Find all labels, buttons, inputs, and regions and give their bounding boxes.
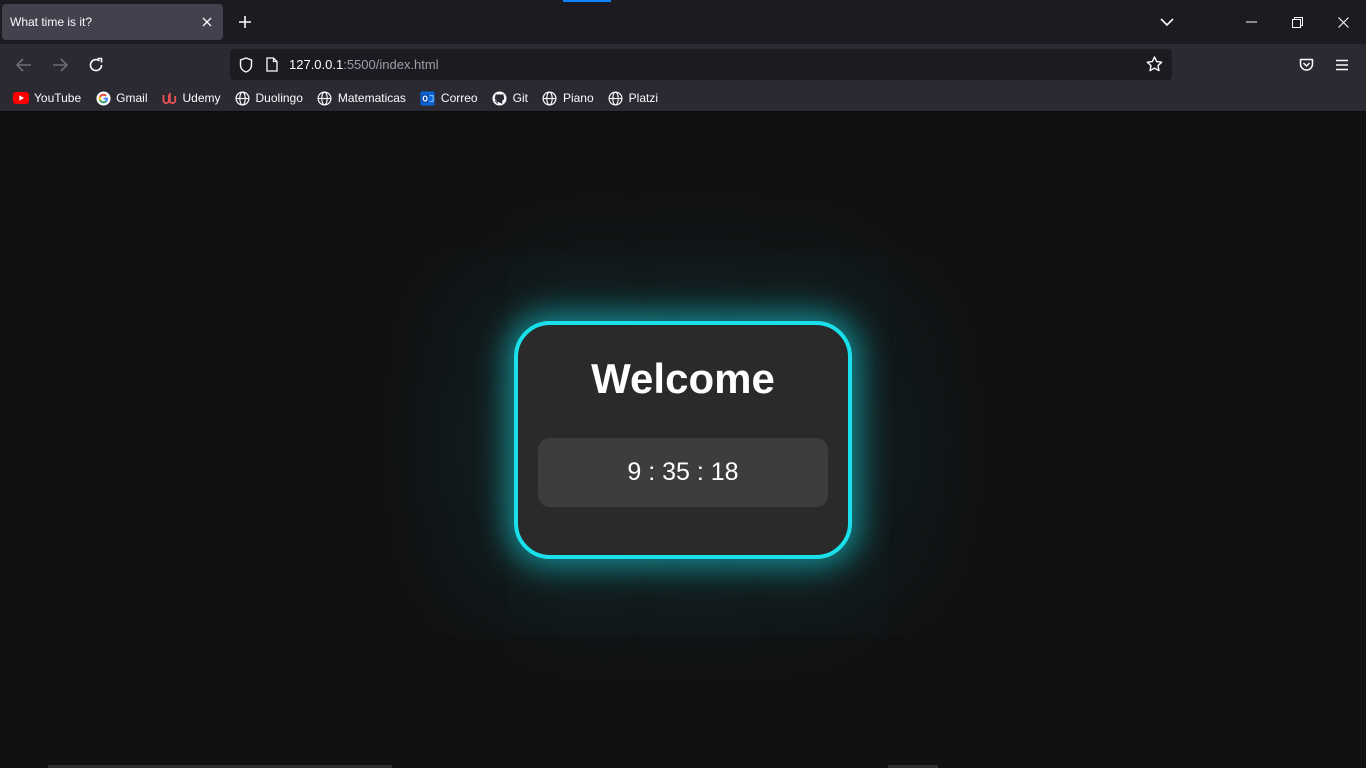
bookmark-duolingo[interactable]: Duolingo	[233, 87, 305, 109]
tab-close-button[interactable]	[193, 8, 221, 36]
bookmark-gmail[interactable]: Gmail	[93, 87, 149, 109]
tab-strip-indicator	[563, 0, 611, 2]
bookmark-correo[interactable]: Correo	[418, 87, 480, 109]
close-icon	[202, 17, 212, 27]
close-window-button[interactable]	[1320, 0, 1366, 44]
bookmark-git[interactable]: Git	[490, 87, 530, 109]
bookmark-youtube[interactable]: YouTube	[11, 87, 83, 109]
close-icon	[1337, 16, 1349, 28]
bookmark-label: Matematicas	[337, 91, 406, 105]
bookmark-label: Udemy	[182, 91, 221, 105]
reload-icon	[89, 57, 103, 72]
list-all-tabs-button[interactable]	[1153, 8, 1181, 36]
hamburger-menu-icon	[1336, 59, 1348, 71]
tab-strip: What time is it?	[0, 0, 1366, 44]
google-icon	[95, 90, 111, 106]
bookmark-label: YouTube	[34, 91, 82, 105]
bookmark-matematicas[interactable]: Matematicas	[315, 87, 408, 109]
bookmark-label: Platzi	[628, 91, 658, 105]
bookmark-label: Git	[512, 91, 528, 105]
bookmark-label: Piano	[562, 91, 594, 105]
globe-icon	[317, 90, 333, 106]
arrow-left-icon	[16, 58, 31, 72]
url-host: 127.0.0.1	[289, 57, 344, 72]
reload-button[interactable]	[80, 49, 112, 81]
outlook-icon	[420, 90, 436, 106]
page-icon	[266, 57, 278, 72]
navigation-toolbar: 127.0.0.1:5500/index.html	[0, 44, 1366, 85]
bookmark-udemy[interactable]: Udemy	[160, 87, 223, 109]
back-button[interactable]	[8, 49, 40, 81]
url-text[interactable]: 127.0.0.1:5500/index.html	[289, 57, 439, 72]
minimize-button[interactable]	[1228, 0, 1274, 44]
bookmark-platzi[interactable]: Platzi	[606, 87, 660, 109]
bookmark-star-button[interactable]	[1140, 50, 1168, 78]
pocket-button[interactable]	[1290, 49, 1322, 81]
forward-button[interactable]	[44, 49, 76, 81]
github-icon	[492, 90, 508, 106]
globe-icon	[608, 90, 624, 106]
clock-card: Welcome 9 : 35 : 18	[514, 321, 852, 559]
page-title: Welcome	[591, 355, 775, 402]
bookmark-label: Correo	[440, 91, 478, 105]
restore-icon	[1291, 16, 1303, 28]
tracking-protection-button[interactable]	[233, 49, 259, 80]
udemy-icon	[162, 90, 178, 106]
site-info-button[interactable]	[259, 49, 285, 80]
youtube-icon	[13, 90, 29, 106]
pocket-icon	[1299, 58, 1313, 71]
shield-icon	[239, 56, 253, 73]
clock-display: 9 : 35 : 18	[538, 438, 828, 507]
url-path: :5500/index.html	[343, 57, 439, 72]
globe-icon	[542, 90, 558, 106]
bookmark-label: Duolingo	[255, 91, 303, 105]
tab-active[interactable]: What time is it?	[2, 4, 223, 40]
bookmarks-toolbar: YouTube Gmail Udemy Duolingo Matematicas…	[0, 85, 1366, 112]
globe-icon	[235, 90, 251, 106]
minimize-icon	[1245, 21, 1257, 23]
app-menu-button[interactable]	[1326, 49, 1358, 81]
star-icon	[1146, 56, 1162, 72]
tab-title: What time is it?	[10, 15, 93, 29]
bookmark-piano[interactable]: Piano	[540, 87, 596, 109]
bookmark-label: Gmail	[116, 91, 148, 105]
page-content: Welcome 9 : 35 : 18	[0, 112, 1366, 768]
plus-icon	[239, 16, 251, 28]
address-bar[interactable]: 127.0.0.1:5500/index.html	[230, 49, 1172, 80]
new-tab-button[interactable]	[231, 8, 259, 36]
restore-button[interactable]	[1274, 0, 1320, 44]
chevron-down-icon	[1160, 18, 1174, 27]
arrow-right-icon	[53, 58, 68, 72]
